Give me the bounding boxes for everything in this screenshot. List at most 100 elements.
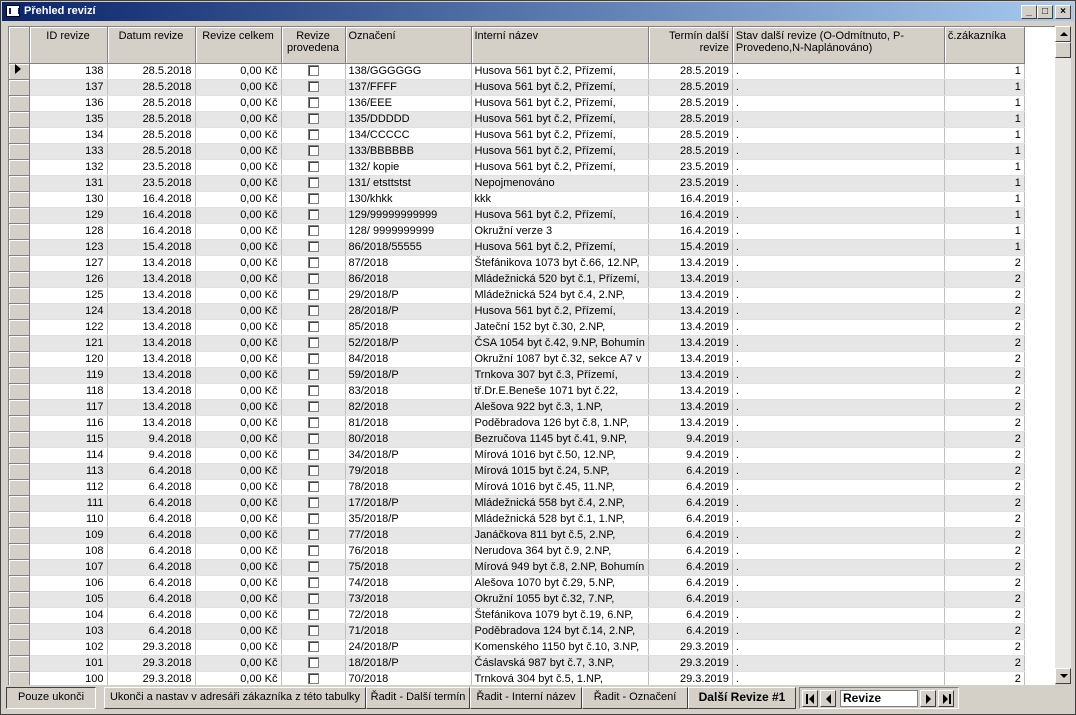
cell-oznaceni[interactable]: 81/2018 [345,415,472,432]
cell-nazev[interactable]: Mládežnická 520 byt č.1, Přízemí, [471,271,649,288]
cell-stav[interactable]: . [732,639,945,656]
provedena-checkbox-cell[interactable] [281,623,346,640]
cell-stav[interactable]: . [732,207,945,224]
provedena-checkbox-cell[interactable] [281,575,346,592]
cell-termin[interactable]: 23.5.2019 [648,159,733,176]
cell-id[interactable]: 128 [29,223,108,240]
cell-datum[interactable]: 28.5.2018 [107,79,196,96]
row-selector[interactable] [9,143,30,160]
checkbox-icon[interactable] [307,513,319,525]
next-record-button[interactable] [920,690,936,707]
cell-zakaznik[interactable]: 1 [944,207,1025,224]
cell-nazev[interactable]: Mírová 1016 byt č.45, 11.NP, [471,479,649,496]
cell-nazev[interactable]: Mládežnická 558 byt č.4, 2.NP, [471,495,649,512]
provedena-checkbox-cell[interactable] [281,415,346,432]
cell-oznaceni[interactable]: 131/ etsttstst [345,175,472,192]
cell-id[interactable]: 134 [29,127,108,144]
cell-termin[interactable]: 9.4.2019 [648,431,733,448]
cell-nazev[interactable]: Nepojmenováno [471,175,649,192]
navigator-field[interactable]: Revize [840,690,918,707]
row-selector[interactable] [9,111,30,128]
cell-stav[interactable]: . [732,335,945,352]
cell-stav[interactable]: . [732,511,945,528]
cell-oznaceni[interactable]: 73/2018 [345,591,472,608]
cell-stav[interactable]: . [732,95,945,112]
cell-celkem[interactable]: 0,00 Kč [195,399,282,416]
checkbox-icon[interactable] [307,433,319,445]
table-row[interactable]: 121 13.4.2018 0,00 Kč 52/2018/P ČSA 1054 byt… [9,335,1025,352]
checkbox-icon[interactable] [307,561,319,573]
first-record-button[interactable] [802,690,818,707]
cell-oznaceni[interactable]: 78/2018 [345,479,472,496]
cell-oznaceni[interactable]: 130/khkk [345,191,472,208]
cell-oznaceni[interactable]: 77/2018 [345,527,472,544]
row-selector[interactable] [9,575,30,592]
cell-datum[interactable]: 16.4.2018 [107,191,196,208]
row-selector[interactable] [9,191,30,208]
cell-oznaceni[interactable]: 52/2018/P [345,335,472,352]
column-header-id[interactable]: ID revize [29,27,108,64]
cell-zakaznik[interactable]: 2 [944,415,1025,432]
table-row[interactable]: 114 9.4.2018 0,00 Kč 34/2018/P Mírová 1016 b… [9,447,1025,464]
row-selector[interactable] [9,303,30,320]
cell-zakaznik[interactable]: 2 [944,527,1025,544]
cell-datum[interactable]: 13.4.2018 [107,287,196,304]
column-header-celkem[interactable]: Revize celkem [195,27,282,64]
checkbox-icon[interactable] [307,497,319,509]
table-row[interactable]: 115 9.4.2018 0,00 Kč 80/2018 Bezručova 1145 … [9,431,1025,448]
cell-stav[interactable]: . [732,431,945,448]
cell-celkem[interactable]: 0,00 Kč [195,527,282,544]
pouze-ukonci-button[interactable]: Pouze ukonči [6,687,96,709]
cell-celkem[interactable]: 0,00 Kč [195,159,282,176]
cell-datum[interactable]: 28.5.2018 [107,143,196,160]
scroll-down-button[interactable] [1055,668,1071,684]
cell-termin[interactable]: 28.5.2019 [648,127,733,144]
provedena-checkbox-cell[interactable] [281,159,346,176]
cell-stav[interactable]: . [732,655,945,672]
checkbox-icon[interactable] [307,289,319,301]
cell-oznaceni[interactable]: 35/2018/P [345,511,472,528]
checkbox-icon[interactable] [307,449,319,461]
cell-termin[interactable]: 29.3.2019 [648,655,733,672]
cell-termin[interactable]: 15.4.2019 [648,239,733,256]
cell-celkem[interactable]: 0,00 Kč [195,431,282,448]
checkbox-icon[interactable] [307,193,319,205]
cell-nazev[interactable]: Husova 561 byt č.2, Přízemí, [471,63,649,80]
cell-zakaznik[interactable]: 2 [944,623,1025,640]
cell-nazev[interactable]: Janáčkova 811 byt č.5, 2.NP, [471,527,649,544]
cell-termin[interactable]: 6.4.2019 [648,607,733,624]
cell-id[interactable]: 131 [29,175,108,192]
cell-id[interactable]: 116 [29,415,108,432]
cell-zakaznik[interactable]: 2 [944,495,1025,512]
cell-celkem[interactable]: 0,00 Kč [195,415,282,432]
cell-termin[interactable]: 28.5.2019 [648,79,733,96]
cell-datum[interactable]: 6.4.2018 [107,479,196,496]
cell-celkem[interactable]: 0,00 Kč [195,335,282,352]
cell-datum[interactable]: 13.4.2018 [107,399,196,416]
cell-datum[interactable]: 16.4.2018 [107,223,196,240]
cell-id[interactable]: 100 [29,671,108,685]
checkbox-icon[interactable] [307,129,319,141]
table-row[interactable]: 116 13.4.2018 0,00 Kč 81/2018 Poděbradova 12… [9,415,1025,432]
cell-celkem[interactable]: 0,00 Kč [195,671,282,685]
row-selector[interactable] [9,447,30,464]
cell-oznaceni[interactable]: 83/2018 [345,383,472,400]
cell-zakaznik[interactable]: 1 [944,175,1025,192]
cell-nazev[interactable]: Husova 561 byt č.2, Přízemí, [471,127,649,144]
cell-stav[interactable]: . [732,591,945,608]
cell-termin[interactable]: 6.4.2019 [648,511,733,528]
cell-stav[interactable]: . [732,111,945,128]
cell-stav[interactable]: . [732,63,945,80]
cell-nazev[interactable]: Mírová 1016 byt č.50, 12.NP, [471,447,649,464]
cell-id[interactable]: 110 [29,511,108,528]
cell-nazev[interactable]: Jateční 152 byt č.30, 2.NP, [471,319,649,336]
checkbox-icon[interactable] [307,465,319,477]
cell-stav[interactable]: . [732,255,945,272]
cell-nazev[interactable]: Poděbradova 126 byt č.8, 1.NP, [471,415,649,432]
cell-termin[interactable]: 6.4.2019 [648,495,733,512]
cell-oznaceni[interactable]: 75/2018 [345,559,472,576]
cell-id[interactable]: 129 [29,207,108,224]
cell-termin[interactable]: 6.4.2019 [648,543,733,560]
row-selector[interactable] [9,255,30,272]
cell-termin[interactable]: 13.4.2019 [648,367,733,384]
